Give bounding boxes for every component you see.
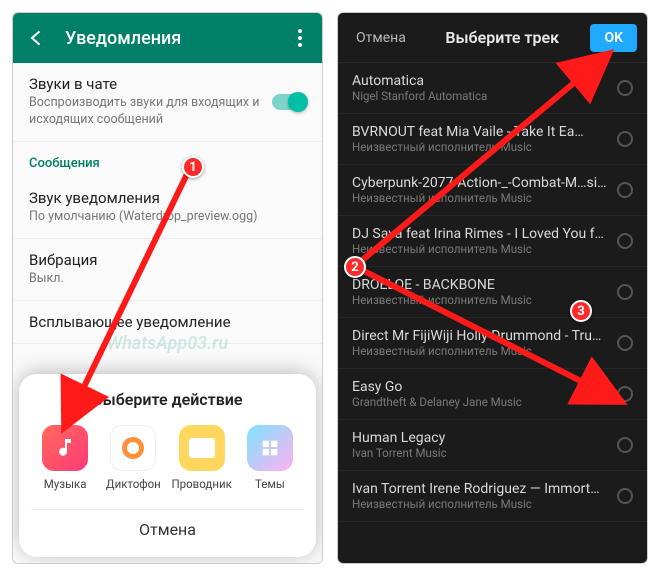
sheet-cancel-button[interactable]: Отмена — [31, 509, 304, 541]
app-option-themes[interactable]: Темы — [239, 425, 301, 491]
track-name: DJ Sava feat Irina Rimes - I Loved You f… — [352, 226, 607, 242]
vibration-subtitle: Выкл. — [29, 271, 306, 288]
overflow-menu-icon[interactable] — [292, 23, 308, 53]
chat-sounds-subtitle: Воспроизводить звуки для входящих и исхо… — [29, 95, 272, 129]
row-chat-sounds[interactable]: Звуки в чате Воспроизводить звуки для вх… — [13, 63, 322, 142]
section-header-messages: Сообщения — [13, 142, 322, 177]
row-vibration[interactable]: Вибрация Выкл. — [13, 239, 322, 301]
app-themes-label: Темы — [255, 477, 285, 491]
picker-cancel-button[interactable]: Отмена — [348, 24, 414, 52]
track-name: DROELOE - BACKBONE — [352, 277, 607, 293]
picker-title: Выберите трек — [422, 28, 583, 47]
track-row[interactable]: BVRNOUT feat Mia Vaile - Take It Ea…Неиз… — [338, 114, 647, 165]
track-radio[interactable] — [617, 335, 633, 351]
recorder-icon — [110, 425, 156, 471]
action-bottom-sheet: Выберите действие Музыка Диктофон Провод… — [19, 374, 316, 557]
app-music-label: Музыка — [44, 477, 87, 491]
track-radio[interactable] — [617, 284, 633, 300]
track-row[interactable]: Cyberpunk-2077-Action-_-Combat-M…si…Неиз… — [338, 165, 647, 216]
track-subtitle: Grandtheft & Delaney Jane Music — [352, 395, 607, 409]
wa-body: Звуки в чате Воспроизводить звуки для вх… — [13, 63, 322, 563]
track-subtitle: Неизвестный исполнитель Music — [352, 293, 607, 307]
app-option-files[interactable]: Проводник — [171, 425, 233, 491]
track-name: Human Legacy — [352, 430, 607, 446]
page-title: Уведомления — [65, 28, 292, 49]
right-screenshot: Отмена Выберите трек OK AutomaticaNigel … — [337, 12, 648, 564]
app-option-music[interactable]: Музыка — [34, 425, 96, 491]
track-radio[interactable] — [617, 488, 633, 504]
track-name: Cyberpunk-2077-Action-_-Combat-M…si… — [352, 175, 607, 191]
app-recorder-label: Диктофон — [106, 477, 161, 491]
track-row[interactable]: Human LegacyIvan Torrent Music — [338, 420, 647, 471]
track-name: Ivan Torrent Irene Rodriguez — Immortal… — [352, 481, 607, 497]
track-radio[interactable] — [617, 437, 633, 453]
track-subtitle: Неизвестный исполнитель Music — [352, 191, 607, 205]
sheet-title: Выберите действие — [31, 390, 304, 409]
track-name: Automatica — [352, 73, 607, 89]
left-screenshot: Уведомления Звуки в чате Воспроизводить … — [12, 12, 323, 564]
app-option-recorder[interactable]: Диктофон — [102, 425, 164, 491]
chat-sounds-toggle[interactable] — [272, 94, 306, 110]
track-subtitle: Неизвестный исполнитель Music — [352, 344, 607, 358]
track-row[interactable]: Direct Mr FijiWiji Holly Drummond - Trus… — [338, 318, 647, 369]
popup-title: Всплывающее уведомление — [29, 313, 306, 331]
notif-sound-subtitle: По умолчанию (Waterdrop_preview.ogg) — [29, 209, 306, 226]
track-row[interactable]: AutomaticaNigel Stanford Automatica — [338, 63, 647, 114]
track-radio[interactable] — [617, 131, 633, 147]
track-subtitle: Неизвестный исполнитель Music — [352, 497, 607, 511]
track-subtitle: Ivan Torrent Music — [352, 446, 607, 460]
track-radio[interactable] — [617, 386, 633, 402]
notif-sound-title: Звук уведомления — [29, 189, 306, 207]
track-name: Direct Mr FijiWiji Holly Drummond - Trus… — [352, 328, 607, 344]
vibration-title: Вибрация — [29, 251, 306, 269]
track-subtitle: Nigel Stanford Automatica — [352, 89, 607, 103]
track-row[interactable]: DROELOE - BACKBONEНеизвестный исполнител… — [338, 267, 647, 318]
sheet-apps-row: Музыка Диктофон Проводник Темы — [31, 425, 304, 491]
track-list[interactable]: AutomaticaNigel Stanford AutomaticaBVRNO… — [338, 63, 647, 563]
track-subtitle: Неизвестный исполнитель Music — [352, 242, 607, 256]
track-radio[interactable] — [617, 80, 633, 96]
picker-header: Отмена Выберите трек OK — [338, 13, 647, 63]
wa-appbar: Уведомления — [13, 13, 322, 63]
track-radio[interactable] — [617, 182, 633, 198]
track-row[interactable]: DJ Sava feat Irina Rimes - I Loved You f… — [338, 216, 647, 267]
track-radio[interactable] — [617, 233, 633, 249]
app-files-label: Проводник — [171, 477, 231, 491]
music-icon — [42, 425, 88, 471]
themes-icon — [247, 425, 293, 471]
track-name: Easy Go — [352, 379, 607, 395]
row-popup[interactable]: Всплывающее уведомление — [13, 301, 322, 344]
track-name: BVRNOUT feat Mia Vaile - Take It Ea… — [352, 124, 607, 140]
chat-sounds-title: Звуки в чате — [29, 75, 272, 93]
track-row[interactable]: Easy GoGrandtheft & Delaney Jane Music — [338, 369, 647, 420]
picker-ok-button[interactable]: OK — [590, 24, 637, 52]
track-row[interactable]: Ivan Torrent Irene Rodriguez — Immortal…… — [338, 471, 647, 522]
track-subtitle: Неизвестный исполнитель Music — [352, 140, 607, 154]
row-notification-sound[interactable]: Звук уведомления По умолчанию (Waterdrop… — [13, 177, 322, 239]
files-icon — [179, 425, 225, 471]
back-arrow-icon[interactable] — [27, 28, 47, 48]
